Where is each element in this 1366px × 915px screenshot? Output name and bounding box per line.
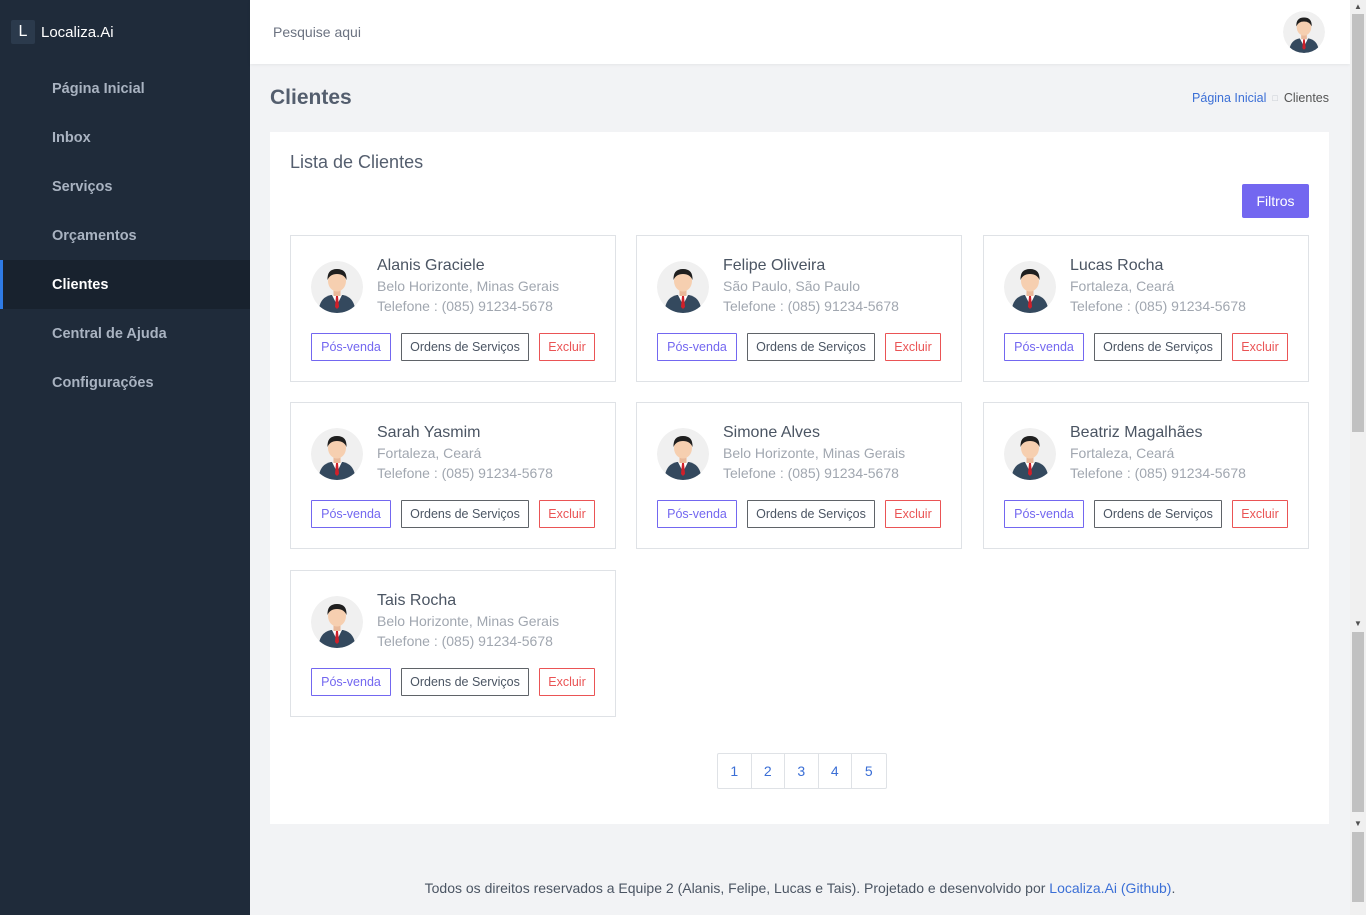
breadcrumb: Página Inicial □ Clientes — [1192, 91, 1329, 105]
client-phone: Telefone : (085) 91234-5678 — [377, 633, 553, 649]
excluir-button[interactable]: Excluir — [539, 333, 595, 361]
scroll-down-icon[interactable]: ▼ — [1350, 817, 1366, 831]
sidebar-item-configuracoes[interactable]: Configurações — [0, 358, 250, 407]
client-name: Sarah Yasmim — [377, 424, 481, 441]
sidebar-item-inbox[interactable]: Inbox — [0, 113, 250, 162]
sidebar-item-servicos[interactable]: Serviços — [0, 162, 250, 211]
search-input[interactable] — [266, 18, 666, 46]
client-avatar-icon — [1004, 428, 1056, 480]
client-city: Fortaleza, Ceará — [377, 445, 482, 461]
client-avatar-icon — [311, 428, 363, 480]
page-1-link[interactable]: 1 — [718, 754, 752, 788]
pagination: 1 2 3 4 5 — [717, 753, 887, 789]
excluir-button[interactable]: Excluir — [539, 500, 595, 528]
pos-venda-button[interactable]: Pós-venda — [311, 333, 391, 361]
page-3-link[interactable]: 3 — [785, 754, 819, 788]
client-card: Alanis Graciele Belo Horizonte, Minas Ger… — [290, 235, 616, 382]
breadcrumb-current: Clientes — [1283, 91, 1329, 105]
client-card: Tais Rocha Belo Horizonte, Minas Gerais Te… — [290, 570, 616, 717]
footer-end: . — [1171, 880, 1176, 896]
breadcrumb-separator-icon: □ — [1272, 93, 1278, 103]
client-avatar-icon — [657, 261, 709, 313]
client-phone: Telefone : (085) 91234-5678 — [1070, 465, 1246, 481]
client-city: Belo Horizonte, Minas Gerais — [723, 445, 906, 461]
pos-venda-button[interactable]: Pós-venda — [1004, 333, 1084, 361]
sidebar-item-clientes[interactable]: Clientes — [0, 260, 250, 309]
client-name: Alanis Graciele — [377, 257, 485, 274]
user-avatar-icon[interactable] — [1283, 11, 1325, 53]
github-link[interactable]: Localiza.Ai (Github) — [1049, 880, 1171, 896]
ordens-de-servicos-button[interactable]: Ordens de Serviços — [401, 333, 529, 361]
pos-venda-button[interactable]: Pós-venda — [657, 333, 737, 361]
scroll-down-icon[interactable]: ▼ — [1350, 617, 1366, 631]
client-card: Lucas Rocha Fortaleza, Ceará Telefone : (0… — [983, 235, 1309, 382]
excluir-button[interactable]: Excluir — [539, 668, 595, 696]
footer-text: Todos os direitos reservados a Equipe 2 … — [424, 880, 1050, 896]
client-city: Fortaleza, Ceará — [1070, 445, 1175, 461]
client-name: Simone Alves — [723, 424, 820, 441]
client-card: Simone Alves Belo Horizonte, Minas Gerais… — [636, 402, 962, 549]
client-city: São Paulo, São Paulo — [723, 278, 860, 294]
pos-venda-button[interactable]: Pós-venda — [657, 500, 737, 528]
client-phone: Telefone : (085) 91234-5678 — [377, 465, 553, 481]
excluir-button[interactable]: Excluir — [885, 500, 941, 528]
client-phone: Telefone : (085) 91234-5678 — [1070, 298, 1246, 314]
page-2-link[interactable]: 2 — [752, 754, 785, 788]
scrollbar-thumb[interactable] — [1352, 632, 1364, 812]
brand-name: Localiza.Ai — [41, 23, 114, 41]
breadcrumb-home-link[interactable]: Página Inicial — [1192, 91, 1266, 105]
client-card: Felipe Oliveira São Paulo, São Paulo Telef… — [636, 235, 962, 382]
topbar — [250, 0, 1350, 64]
client-name: Beatriz Magalhães — [1070, 424, 1203, 441]
client-avatar-icon — [311, 261, 363, 313]
brand[interactable]: L Localiza.Ai — [0, 0, 250, 64]
client-card: Sarah Yasmim Fortaleza, Ceará Telefone : (… — [290, 402, 616, 549]
card-title: Lista de Clientes — [290, 152, 424, 172]
ordens-de-servicos-button[interactable]: Ordens de Serviços — [401, 500, 529, 528]
client-phone: Telefone : (085) 91234-5678 — [723, 465, 899, 481]
sidebar-item-orcamentos[interactable]: Orçamentos — [0, 211, 250, 260]
ordens-de-servicos-button[interactable]: Ordens de Serviços — [747, 333, 875, 361]
page-5-link[interactable]: 5 — [852, 754, 886, 788]
page-scrollbar[interactable]: ▲ ▼ ▼ — [1350, 0, 1366, 915]
pos-venda-button[interactable]: Pós-venda — [311, 500, 391, 528]
client-avatar-icon — [657, 428, 709, 480]
scrollbar-thumb[interactable] — [1352, 14, 1364, 432]
page-4-link[interactable]: 4 — [819, 754, 852, 788]
sidebar-item-central-de-ajuda[interactable]: Central de Ajuda — [0, 309, 250, 358]
filters-button[interactable]: Filtros — [1242, 184, 1309, 218]
client-phone: Telefone : (085) 91234-5678 — [377, 298, 553, 314]
ordens-de-servicos-button[interactable]: Ordens de Serviços — [401, 668, 529, 696]
brand-logo: L — [11, 20, 35, 44]
ordens-de-servicos-button[interactable]: Ordens de Serviços — [1094, 500, 1222, 528]
scrollbar-thumb[interactable] — [1352, 832, 1364, 902]
sidebar-item-pagina-inicial[interactable]: Página Inicial — [0, 64, 250, 113]
client-city: Fortaleza, Ceará — [1070, 278, 1175, 294]
client-city: Belo Horizonte, Minas Gerais — [377, 278, 560, 294]
client-card: Beatriz Magalhães Fortaleza, Ceará Telefon… — [983, 402, 1309, 549]
ordens-de-servicos-button[interactable]: Ordens de Serviços — [747, 500, 875, 528]
excluir-button[interactable]: Excluir — [885, 333, 941, 361]
scroll-up-icon[interactable]: ▲ — [1350, 0, 1366, 14]
excluir-button[interactable]: Excluir — [1232, 500, 1288, 528]
clients-list-card: Lista de Clientes Filtros Alanis Graciel… — [270, 132, 1329, 824]
client-avatar-icon — [1004, 261, 1056, 313]
client-phone: Telefone : (085) 91234-5678 — [723, 298, 899, 314]
footer: Todos os direitos reservados a Equipe 2 … — [250, 880, 1350, 896]
client-name: Tais Rocha — [377, 592, 457, 609]
client-city: Belo Horizonte, Minas Gerais — [377, 613, 560, 629]
sidebar: L Localiza.Ai Página Inicial Inbox Servi… — [0, 0, 250, 915]
page-title: Clientes — [270, 86, 352, 109]
pos-venda-button[interactable]: Pós-venda — [311, 668, 391, 696]
client-name: Felipe Oliveira — [723, 257, 826, 274]
sidebar-nav: Página Inicial Inbox Serviços Orçamentos… — [0, 64, 250, 407]
excluir-button[interactable]: Excluir — [1232, 333, 1288, 361]
client-avatar-icon — [311, 596, 363, 648]
client-name: Lucas Rocha — [1070, 257, 1164, 274]
pos-venda-button[interactable]: Pós-venda — [1004, 500, 1084, 528]
ordens-de-servicos-button[interactable]: Ordens de Serviços — [1094, 333, 1222, 361]
